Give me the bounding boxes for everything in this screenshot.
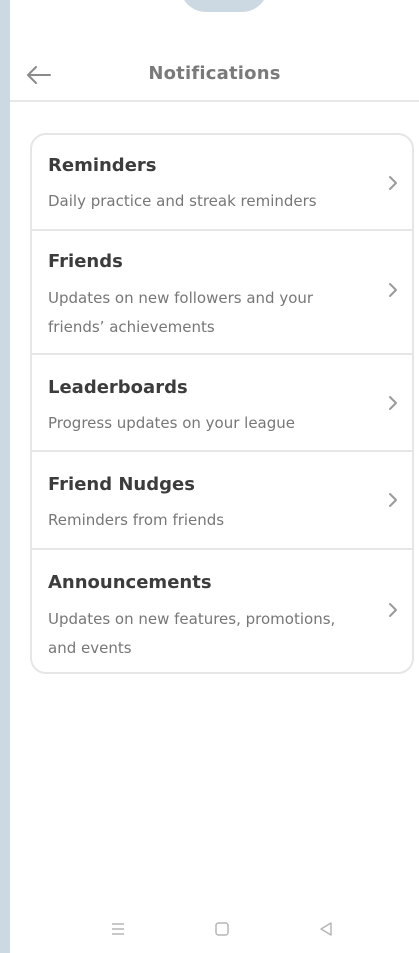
home-square-icon [215, 922, 229, 936]
notification-settings-list: Reminders Daily practice and streak remi… [30, 133, 414, 674]
item-description: Reminders from friends [48, 511, 225, 529]
system-navigation-bar [10, 905, 419, 953]
list-item-friends[interactable]: Friends Updates on new followers and you… [32, 231, 412, 355]
item-title: Announcements [48, 572, 212, 593]
menu-button[interactable] [104, 915, 132, 943]
page-title: Notifications [148, 63, 281, 84]
item-title: Leaderboards [48, 377, 188, 398]
item-description: Progress updates on your league [48, 414, 296, 432]
item-title: Friends [48, 251, 123, 272]
list-item-friend-nudges[interactable]: Friend Nudges Reminders from friends [32, 452, 412, 550]
chevron-right-icon [389, 493, 397, 507]
menu-icon [112, 923, 124, 935]
chevron-right-icon [389, 176, 397, 190]
system-back-button[interactable] [312, 915, 340, 943]
chevron-right-icon [389, 283, 397, 297]
item-title: Reminders [48, 155, 157, 176]
list-item-leaderboards[interactable]: Leaderboards Progress updates on your le… [32, 355, 412, 452]
chevron-right-icon [389, 603, 397, 617]
list-item-reminders[interactable]: Reminders Daily practice and streak remi… [32, 135, 412, 231]
app-header: Notifications [10, 50, 419, 102]
item-description: Updates on new followers and your friend… [48, 289, 314, 336]
item-description: Updates on new features, promotions, and… [48, 610, 336, 657]
camera-notch [180, 0, 268, 12]
back-triangle-icon [320, 922, 332, 936]
chevron-right-icon [389, 396, 397, 410]
phone-screen: Notifications Reminders Daily practice a… [10, 0, 419, 953]
home-button[interactable] [208, 915, 236, 943]
item-description: Daily practice and streak reminders [48, 192, 317, 210]
item-title: Friend Nudges [48, 474, 195, 495]
list-item-announcements[interactable]: Announcements Updates on new features, p… [32, 550, 412, 672]
